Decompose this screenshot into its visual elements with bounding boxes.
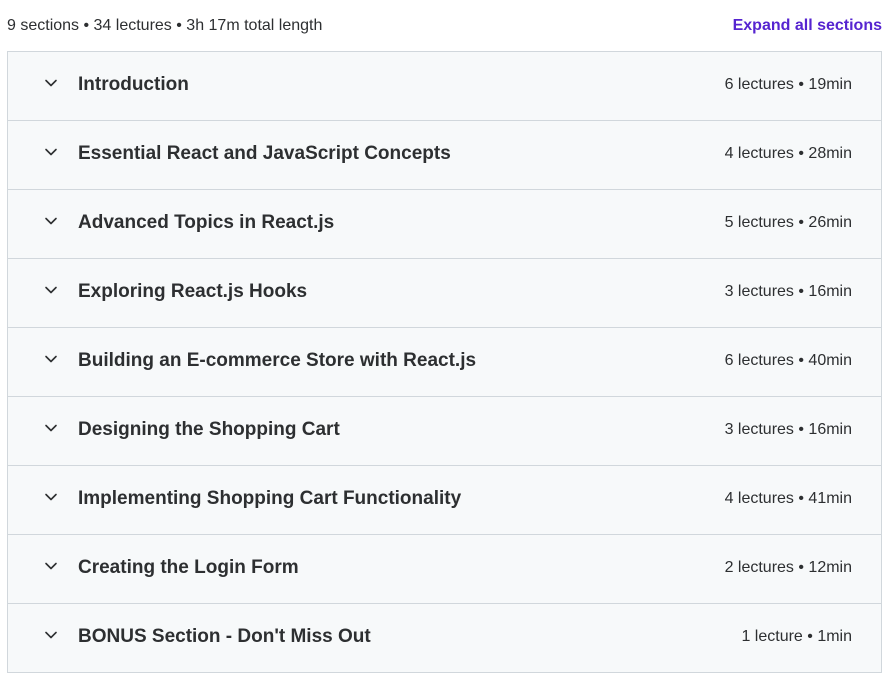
section-title: Implementing Shopping Cart Functionality <box>78 488 462 509</box>
section-row-advanced-topics[interactable]: Advanced Topics in React.js 5 lectures •… <box>8 190 881 259</box>
section-row-introduction[interactable]: Introduction 6 lectures • 19min <box>8 52 881 121</box>
section-lecture-count: 1 lecture • 1min <box>741 628 852 645</box>
section-row-essential-concepts[interactable]: Essential React and JavaScript Concepts … <box>8 121 881 190</box>
section-lecture-count: 6 lectures • 19min <box>724 76 852 93</box>
expand-all-sections-button[interactable]: Expand all sections <box>733 17 882 35</box>
curriculum-summary: 9 sections • 34 lectures • 3h 17m total … <box>7 16 323 34</box>
section-lecture-count: 5 lectures • 26min <box>724 214 852 231</box>
section-lecture-count: 4 lectures • 28min <box>724 145 852 162</box>
section-lecture-count: 4 lectures • 41min <box>724 490 852 507</box>
section-title: Essential React and JavaScript Concepts <box>78 143 451 164</box>
section-title: BONUS Section - Don't Miss Out <box>78 626 371 647</box>
chevron-down-icon <box>44 283 58 297</box>
section-title: Exploring React.js Hooks <box>78 281 308 302</box>
chevron-down-icon <box>44 352 58 366</box>
chevron-down-icon <box>44 559 58 573</box>
curriculum-section-list: Introduction 6 lectures • 19min Essentia… <box>7 51 882 673</box>
section-row-login-form[interactable]: Creating the Login Form 2 lectures • 12m… <box>8 535 881 604</box>
section-row-bonus[interactable]: BONUS Section - Don't Miss Out 1 lecture… <box>8 604 881 673</box>
section-lecture-count: 6 lectures • 40min <box>724 352 852 369</box>
section-title: Creating the Login Form <box>78 557 299 578</box>
chevron-down-icon <box>44 490 58 504</box>
chevron-down-icon <box>44 145 58 159</box>
chevron-down-icon <box>44 421 58 435</box>
section-title: Advanced Topics in React.js <box>78 212 335 233</box>
section-row-shopping-cart-design[interactable]: Designing the Shopping Cart 3 lectures •… <box>8 397 881 466</box>
section-row-shopping-cart-functionality[interactable]: Implementing Shopping Cart Functionality… <box>8 466 881 535</box>
curriculum-summary-bar: 9 sections • 34 lectures • 3h 17m total … <box>7 0 882 51</box>
chevron-down-icon <box>44 214 58 228</box>
chevron-down-icon <box>44 76 58 90</box>
chevron-down-icon <box>44 628 58 642</box>
section-lecture-count: 2 lectures • 12min <box>724 559 852 576</box>
section-row-hooks[interactable]: Exploring React.js Hooks 3 lectures • 16… <box>8 259 881 328</box>
section-row-ecommerce-store[interactable]: Building an E-commerce Store with React.… <box>8 328 881 397</box>
section-title: Building an E-commerce Store with React.… <box>78 350 477 371</box>
section-title: Introduction <box>78 74 189 95</box>
section-title: Designing the Shopping Cart <box>78 419 340 440</box>
section-lecture-count: 3 lectures • 16min <box>724 283 852 300</box>
section-lecture-count: 3 lectures • 16min <box>724 421 852 438</box>
